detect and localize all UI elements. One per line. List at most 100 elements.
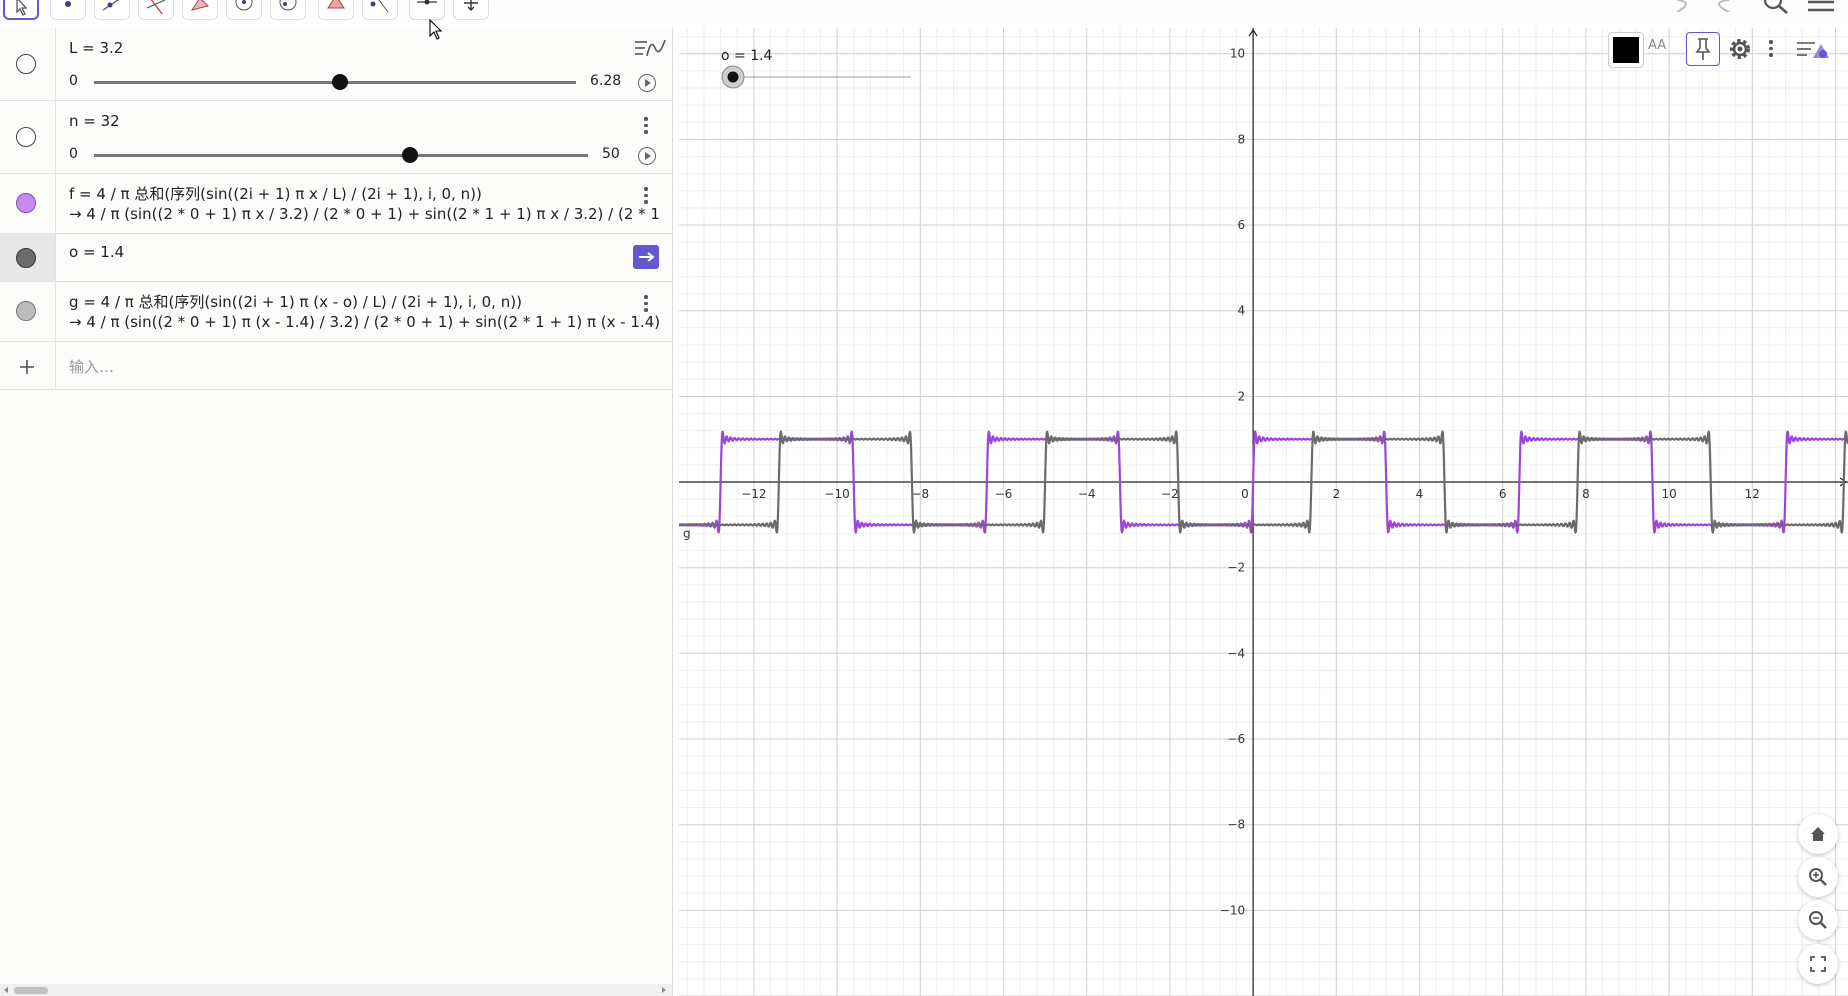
color-icon[interactable] xyxy=(1608,32,1644,68)
more-icon[interactable] xyxy=(1768,40,1774,60)
y-tick-label: 4 xyxy=(1237,304,1245,318)
reflect-tool-button[interactable] xyxy=(362,0,398,20)
y-tick-label: 6 xyxy=(1237,218,1245,232)
slider-n-max: 50 xyxy=(602,146,620,162)
visibility-toggle-g[interactable] xyxy=(0,282,56,341)
x-tick-label: −6 xyxy=(995,487,1013,501)
row-n-more-icon[interactable] xyxy=(643,117,649,137)
y-tick-label: −4 xyxy=(1227,646,1245,660)
function-f-definition[interactable]: f = 4 / π 总和(序列(sin((2i + 1) π x / L) / … xyxy=(69,183,482,204)
line-tool-icon xyxy=(102,0,120,11)
y-tick-label: −2 xyxy=(1227,561,1245,575)
x-tick-label: −2 xyxy=(1161,487,1179,501)
horizontal-scrollbar[interactable] xyxy=(0,984,672,996)
move-view-tool-icon xyxy=(464,0,478,11)
zoom-out-button[interactable] xyxy=(1798,900,1838,940)
perpendicular-tool-button[interactable] xyxy=(138,0,174,20)
row-f-more-icon[interactable] xyxy=(643,187,649,207)
mouse-cursor-icon xyxy=(429,19,443,40)
settings-icon[interactable] xyxy=(1727,36,1753,62)
graphics-slider-o-knob[interactable] xyxy=(727,71,739,83)
function-g-definition[interactable]: g = 4 / π 总和(序列(sin((2i + 1) π (x - o) /… xyxy=(69,291,522,312)
curve-g-label: g xyxy=(683,527,691,541)
search-icon[interactable] xyxy=(1761,0,1791,16)
circle-through-tool-button[interactable] xyxy=(270,0,306,20)
visibility-toggle-o[interactable] xyxy=(0,234,56,281)
slider-n-track[interactable] xyxy=(94,154,588,157)
graphics-view[interactable]: −12 −10 −8 −6 −4 −2 0 2 4 6 8 10 12 10 8 6 4 2 −2 −4 −6 −8 −10… xyxy=(679,28,1848,996)
y-tick-label: 2 xyxy=(1237,389,1245,403)
scroll-right-arrow-icon[interactable] xyxy=(662,987,666,993)
visibility-dot[interactable] xyxy=(16,193,36,213)
visibility-dot[interactable] xyxy=(16,54,36,74)
add-icon[interactable] xyxy=(19,359,35,375)
scroll-left-arrow-icon[interactable] xyxy=(4,987,8,993)
visibility-toggle-L[interactable] xyxy=(0,28,56,100)
add-item-cell[interactable] xyxy=(0,342,56,389)
circle-tool-button[interactable] xyxy=(226,0,262,20)
zoom-in-icon xyxy=(1809,868,1827,886)
input-field[interactable]: 输入… xyxy=(69,356,114,377)
x-tick-label: −12 xyxy=(741,487,766,501)
angle-tool-icon xyxy=(327,0,345,9)
visibility-dot[interactable] xyxy=(16,127,36,147)
row-g-more-icon[interactable] xyxy=(643,295,649,315)
reflect-tool-icon xyxy=(370,0,389,13)
visibility-toggle-n[interactable] xyxy=(0,101,56,173)
redo-icon[interactable] xyxy=(1707,0,1733,12)
zoom-out-icon xyxy=(1809,911,1827,929)
fullscreen-button[interactable] xyxy=(1798,944,1838,984)
y-tick-label: −8 xyxy=(1227,818,1245,832)
menu-icon[interactable] xyxy=(1806,0,1836,14)
point-tool-icon xyxy=(65,1,71,7)
play-button-L[interactable] xyxy=(638,74,656,92)
zoom-in-button[interactable] xyxy=(1798,857,1838,897)
algebra-row-o[interactable]: o = 1.4 xyxy=(0,234,672,282)
move-tool-button[interactable] xyxy=(3,0,39,20)
pin-icon[interactable] xyxy=(1686,32,1720,66)
algebra-row-f[interactable]: f = 4 / π 总和(序列(sin((2i + 1) π x / L) / … xyxy=(0,174,672,234)
input-row[interactable]: 输入… xyxy=(0,342,672,390)
slider-tool-icon xyxy=(417,0,437,5)
play-button-n[interactable] xyxy=(638,147,656,165)
line-tool-button[interactable] xyxy=(94,0,130,20)
algebra-row-L[interactable]: L = 3.2 0 6.28 xyxy=(0,28,672,101)
circle-through-tool-icon xyxy=(279,0,297,11)
home-icon xyxy=(1811,827,1825,841)
y-tick-label: −6 xyxy=(1227,732,1245,746)
move-view-tool-button[interactable] xyxy=(453,0,489,20)
text-size-icon[interactable]: AA xyxy=(1648,38,1666,53)
slider-n-knob[interactable] xyxy=(402,147,419,163)
x-tick-label: 10 xyxy=(1661,487,1676,501)
x-tick-label: 12 xyxy=(1745,487,1760,501)
algebra-view: L = 3.2 0 6.28 n = 32 0 50 f = 4 / π 总和(… xyxy=(0,28,673,996)
undo-icon[interactable] xyxy=(1673,0,1699,12)
toolbar xyxy=(0,0,1848,24)
slider-L-min: 0 xyxy=(69,73,78,89)
visibility-dot[interactable] xyxy=(16,248,36,268)
polygon-tool-button[interactable] xyxy=(182,0,218,20)
slider-tool-button[interactable] xyxy=(409,0,445,20)
number-o-label[interactable]: o = 1.4 xyxy=(69,243,124,261)
x-tick-label: 6 xyxy=(1499,487,1507,501)
style-bar-icon[interactable] xyxy=(1795,34,1831,64)
home-button[interactable] xyxy=(1798,814,1838,854)
algebra-row-g[interactable]: g = 4 / π 总和(序列(sin((2i + 1) π (x - o) /… xyxy=(0,282,672,342)
slider-n-label[interactable]: n = 32 xyxy=(69,112,120,130)
visibility-toggle-f[interactable] xyxy=(0,174,56,233)
fullscreen-icon xyxy=(1810,956,1826,972)
enter-button[interactable] xyxy=(633,245,659,269)
slider-L-knob[interactable] xyxy=(331,74,348,90)
visibility-dot[interactable] xyxy=(16,301,36,321)
function-f-value: → 4 / π (sin((2 * 0 + 1) π x / 3.2) / (2… xyxy=(69,205,660,223)
point-tool-button[interactable] xyxy=(50,0,86,20)
graph-canvas[interactable]: −12 −10 −8 −6 −4 −2 0 2 4 6 8 10 12 10 8 6 4 2 −2 −4 −6 −8 −10… xyxy=(679,28,1848,996)
y-tick-label: 8 xyxy=(1237,132,1245,146)
slider-L-label[interactable]: L = 3.2 xyxy=(69,39,123,57)
graphics-style-bar: AA xyxy=(1608,28,1848,70)
slider-L-max: 6.28 xyxy=(590,73,622,89)
x-tick-label: 8 xyxy=(1582,487,1590,501)
scrollbar-thumb[interactable] xyxy=(14,987,48,994)
algebra-row-n[interactable]: n = 32 0 50 xyxy=(0,101,672,174)
angle-tool-button[interactable] xyxy=(318,0,354,20)
